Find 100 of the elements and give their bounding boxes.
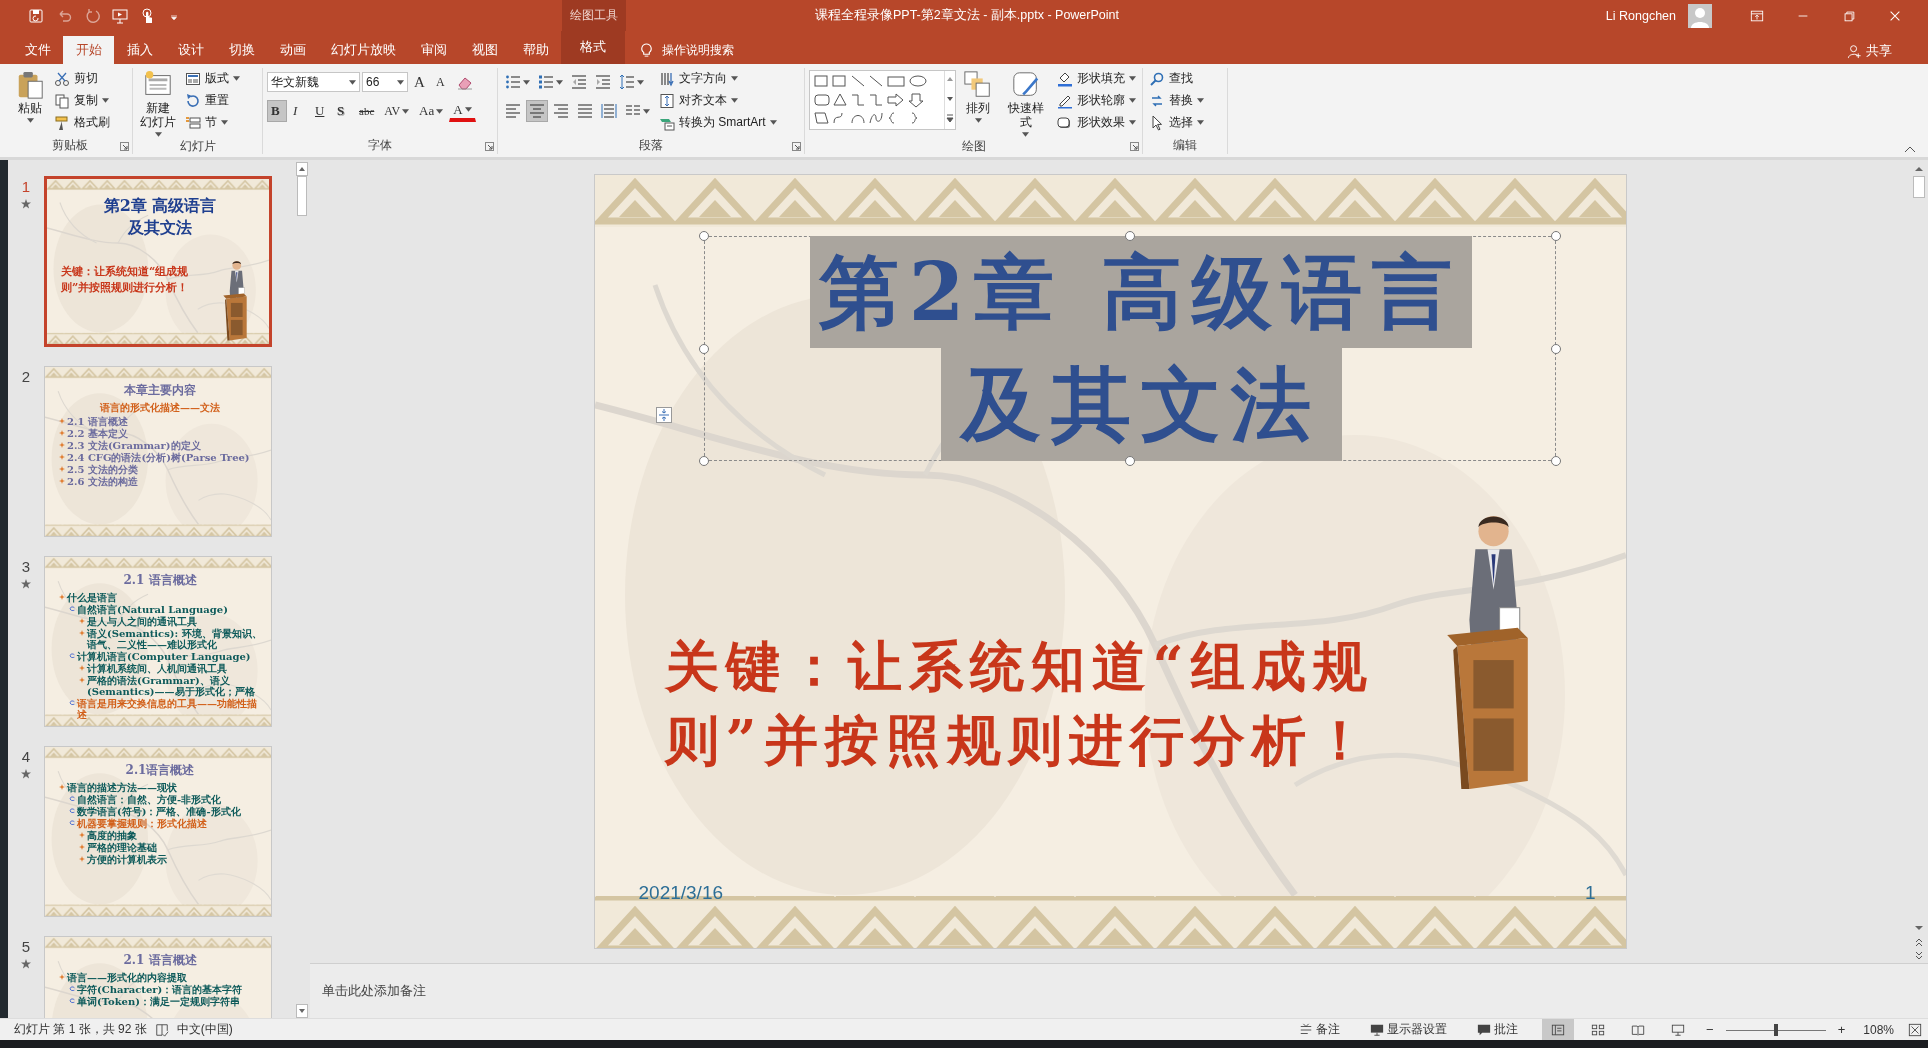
smartart-button[interactable]: 转换为 SmartArt — [657, 112, 779, 133]
autofit-icon[interactable] — [655, 407, 672, 423]
resize-handle[interactable] — [1124, 231, 1135, 241]
scrollbar-thumb[interactable] — [1913, 176, 1925, 198]
resize-handle[interactable] — [1550, 343, 1561, 354]
effects-button[interactable]: 形状效果 — [1055, 112, 1138, 133]
share-button[interactable]: 共享 — [1841, 38, 1898, 64]
ribbon-tab[interactable]: 帮助 — [510, 36, 561, 64]
layout-button[interactable]: 版式 — [183, 68, 242, 89]
slideshow-icon[interactable] — [112, 7, 128, 24]
bullet-icon — [59, 454, 65, 461]
new-slide-button[interactable]: 新建 幻灯片 — [137, 68, 179, 139]
normal-view-button[interactable] — [1542, 1019, 1575, 1040]
tell-me-field[interactable]: 操作说明搜索 — [660, 42, 774, 58]
slide-number: 3 — [21, 558, 31, 575]
thumbnail-text: 单词(Token)：满足一定规则字符串 — [77, 996, 240, 1008]
align-center-button[interactable] — [526, 100, 548, 122]
font-combo-box[interactable]: 66 — [362, 72, 408, 92]
resize-handle[interactable] — [1124, 456, 1135, 466]
save-icon[interactable] — [28, 7, 44, 24]
dialog-launcher-icon[interactable] — [120, 142, 129, 151]
cursor-button[interactable]: 选择 — [1147, 112, 1206, 133]
effects-icon — [1057, 114, 1073, 131]
slide-thumbnail[interactable]: 本章主要内容 语言的形式化描述——文法 2.1 语言概述 2.2 基本定义 2.3 文法(Grammar)的定义 2.4 CFG的语法(分析)树(Parse Tree) 2.5 文法的分类 2.6 文法的构造 — [44, 366, 272, 537]
redo-icon[interactable] — [84, 7, 100, 24]
ribbon-display-icon[interactable] — [1750, 8, 1764, 23]
slide-thumbnail[interactable]: 2.1语言概述 语言的描述方法——现状 自然语言：自然、方便-非形式化 数学语言(符号)：严格、准确-形式化 机器要掌握规则：形式化描述 高度的抽象 严格的理论基础 方便的计算机表示 — [44, 746, 272, 917]
ribbon-tab[interactable]: 格式 — [561, 31, 625, 64]
notes-field[interactable]: 单击此处添加备注 — [310, 963, 1928, 1018]
bullet-icon — [69, 986, 75, 993]
thumbnail-text: 及其文法 — [128, 218, 192, 237]
slide-thumbnail[interactable]: 2.1 语言概述 语言——形式化的内容提取 字符(Character)：语言的基本字符 单词(Token)：满足一定规则字符串 — [44, 936, 272, 1018]
fit-to-window-icon[interactable] — [1908, 1022, 1922, 1037]
ribbon-tab[interactable]: 审阅 — [408, 36, 459, 64]
slide-canvas[interactable]: 第2章 高级语言 及其文法 关键：让系统知道“组成规 则”并按照规则进行分析！ 2021/3/16 1 — [594, 175, 1626, 948]
case-button[interactable]: Aa — [415, 100, 448, 122]
resize-handle[interactable] — [698, 456, 709, 466]
proofing-icon[interactable] — [154, 1022, 169, 1037]
brush-button[interactable]: 格式刷 — [52, 112, 112, 133]
dialog-launcher-icon[interactable] — [485, 142, 494, 151]
ribbon-tab[interactable]: 动画 — [267, 36, 318, 64]
caret-icon — [556, 79, 563, 85]
dialog-launcher-icon[interactable] — [1130, 142, 1139, 151]
reset-button[interactable]: 重置 — [183, 90, 242, 111]
italic-button[interactable]: I — [289, 100, 309, 122]
resize-handle[interactable] — [1550, 456, 1561, 466]
scrollbar-thumb[interactable] — [297, 176, 307, 216]
ribbon-tab[interactable]: 切换 — [216, 36, 267, 64]
language-label[interactable]: 中文(中国) — [176, 1021, 233, 1038]
scroll-up-icon[interactable] — [296, 162, 308, 176]
ribbon-tab[interactable]: 文件 — [12, 36, 63, 64]
clipboard-button[interactable]: 粘贴 — [12, 68, 48, 125]
zoom-level[interactable]: 108% — [1863, 1022, 1894, 1037]
fill-button[interactable]: 形状填充 — [1055, 68, 1138, 89]
underline-button[interactable]: U — [311, 100, 331, 122]
spacing-button[interactable]: AV — [380, 100, 414, 122]
ribbon-tab[interactable]: 视图 — [459, 36, 510, 64]
notes-button[interactable]: 备注 — [1293, 1020, 1347, 1039]
copy-button[interactable]: 复制 — [52, 90, 112, 111]
zoom-in-button[interactable]: + — [1833, 1022, 1850, 1037]
bold-button[interactable]: B — [267, 100, 287, 122]
replace-button[interactable]: 替换 — [1147, 90, 1206, 111]
search-button[interactable]: 查找 — [1147, 68, 1206, 89]
thumbnail-text: 2.2 基本定义 — [67, 428, 128, 440]
align-text-button[interactable]: 对齐文本 — [657, 90, 779, 111]
font-combo-box[interactable]: 华文新魏 — [267, 72, 360, 92]
slide-thumbnail[interactable]: 第2章 高级语言 及其文法 关键：让系统知道“组成规 则”并按照规则进行分析！ — [44, 176, 272, 347]
fontcolor-button[interactable]: A — [449, 100, 476, 122]
strike-button[interactable]: abc — [355, 100, 379, 122]
slide-thumbnail[interactable]: 2.1 语言概述 什么是语言 自然语言(Natural Language) 是人与人之间的通讯工具 语义(Semantics): 环境、背景知识、语气、二义性——难以形式化 计算机语言(Computer Language) 计算机系统间、人机间通讯工具 严格的语法(Grammar)、语义(Semantics)——易于形式化；严格 语言是用来交换信息的工具——功能性描述 — [44, 556, 272, 727]
dialog-launcher-icon[interactable] — [792, 142, 801, 151]
ribbon-tab[interactable]: 开始 — [63, 36, 114, 64]
ribbon-tab[interactable]: 设计 — [165, 36, 216, 64]
restore-icon[interactable] — [1842, 8, 1856, 23]
scissors-button[interactable]: 剪切 — [52, 68, 112, 89]
zoom-slider-thumb[interactable] — [1773, 1023, 1778, 1036]
resize-handle[interactable] — [698, 343, 709, 354]
ribbon-tab[interactable]: 幻灯片放映 — [318, 36, 408, 64]
resize-handle[interactable] — [1550, 231, 1561, 241]
grow-button[interactable]: A — [410, 71, 430, 93]
resize-handle[interactable] — [698, 231, 709, 241]
shape-gallery[interactable] — [809, 70, 956, 130]
caret-icon — [102, 98, 109, 103]
brush-card-button[interactable]: 快速样式 — [1000, 68, 1051, 139]
gallery-scroll-icon[interactable] — [944, 71, 955, 129]
outline-button[interactable]: 形状轮廓 — [1055, 90, 1138, 111]
display-settings-button[interactable]: 显示器设置 — [1364, 1020, 1454, 1039]
avatar-icon[interactable] — [1688, 3, 1712, 28]
scroll-down-icon[interactable] — [296, 1004, 308, 1018]
text-direction-button[interactable]: 文字方向 — [657, 68, 779, 89]
shadow-button[interactable]: S — [333, 100, 353, 122]
ribbon-tab[interactable]: 插入 — [114, 36, 165, 64]
section-button[interactable]: 节 — [183, 112, 242, 133]
group-label: 字体 — [367, 138, 393, 153]
shrink-button[interactable]: A — [432, 71, 452, 93]
comments-button[interactable]: 批注 — [1471, 1020, 1525, 1039]
arrange-button[interactable]: 排列 — [960, 68, 996, 125]
collapse-ribbon-icon[interactable] — [1904, 145, 1916, 153]
user-name[interactable]: Li Rongchen — [1605, 8, 1676, 23]
zoom-out-button[interactable]: − — [1702, 1022, 1718, 1037]
